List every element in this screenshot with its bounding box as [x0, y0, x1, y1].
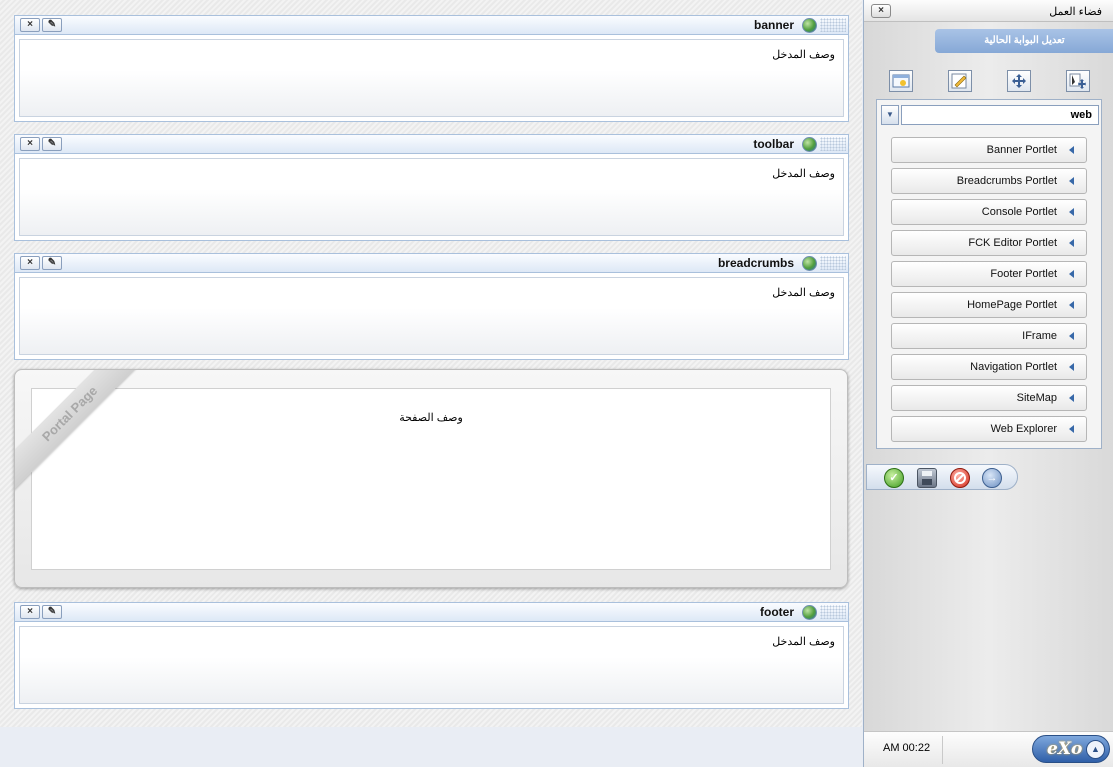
drag-handle[interactable]: [820, 256, 846, 270]
portlet-description: وصف المدخل: [772, 49, 835, 61]
portlet-title-bar[interactable]: × ✎ breadcrumbs: [15, 254, 848, 273]
chevron-up-icon: ▲: [1086, 740, 1105, 759]
arrow-left-icon: [1069, 146, 1074, 154]
arrow-left-icon: [1069, 332, 1074, 340]
list-item[interactable]: IFrame: [891, 323, 1087, 349]
arrow-left-icon: [1069, 270, 1074, 278]
arrow-left-icon: [1069, 363, 1074, 371]
page-info-icon: [892, 74, 909, 88]
move-icon: [1011, 74, 1026, 88]
arrow-left-icon: [1069, 425, 1074, 433]
portlet-title: breadcrumbs: [717, 256, 794, 270]
taskbar-divider: [942, 736, 943, 764]
list-item[interactable]: Web Explorer: [891, 416, 1087, 442]
page-info-button[interactable]: [888, 70, 913, 92]
portlet-footer[interactable]: × ✎ footer وصف المدخل: [14, 602, 849, 709]
cancel-button[interactable]: [950, 468, 970, 488]
drag-handle[interactable]: [820, 137, 846, 151]
no-entry-icon: [954, 472, 966, 484]
portlet-body: وصف المدخل: [19, 39, 844, 117]
portlet-toolbar[interactable]: × ✎ toolbar وصف المدخل: [14, 134, 849, 241]
pencil-icon: ✎: [47, 606, 57, 617]
portlet-title: banner: [753, 18, 794, 32]
delete-portlet-button[interactable]: ×: [20, 605, 40, 619]
portlet-title: toolbar: [753, 137, 794, 151]
portal-page-container[interactable]: وصف الصفحة Portal Page: [14, 369, 848, 588]
globe-icon: [802, 137, 817, 152]
arrow-left-icon: [1069, 177, 1074, 185]
drag-handle[interactable]: [820, 18, 846, 32]
list-item[interactable]: Footer Portlet: [891, 261, 1087, 287]
list-item[interactable]: SiteMap: [891, 385, 1087, 411]
edit-page-tool-button[interactable]: [947, 70, 972, 92]
chevron-down-icon[interactable]: ▼: [881, 105, 899, 125]
editor-toolbar: [871, 67, 1107, 95]
save-icon: [922, 471, 932, 485]
category-select[interactable]: ▼ web: [881, 105, 1099, 125]
list-item[interactable]: Console Portlet: [891, 199, 1087, 225]
arrow-left-icon: [1069, 301, 1074, 309]
portlet-description: وصف المدخل: [772, 636, 835, 648]
globe-icon: [802, 18, 817, 33]
close-workspace-button[interactable]: ×: [871, 4, 891, 18]
portlet-description: وصف المدخل: [772, 168, 835, 180]
next-button[interactable]: →: [982, 468, 1002, 488]
drag-handle[interactable]: [820, 605, 846, 619]
portlet-banner[interactable]: × ✎ banner وصف المدخل: [14, 15, 849, 122]
layout-icon: [1069, 73, 1086, 89]
delete-portlet-button[interactable]: ×: [20, 137, 40, 151]
taskbar: AM 00:22 eXo ▲: [864, 731, 1113, 767]
portlet-breadcrumbs[interactable]: × ✎ breadcrumbs وصف المدخل: [14, 253, 849, 360]
globe-icon: [802, 605, 817, 620]
page-bottom-filler: [0, 727, 862, 767]
move-tool-button[interactable]: [1006, 70, 1031, 92]
portlet-title-bar[interactable]: × ✎ footer: [15, 603, 848, 622]
portlet-description: وصف المدخل: [772, 287, 835, 299]
page-description: وصف الصفحة: [399, 412, 463, 424]
portlet-title-bar[interactable]: × ✎ banner: [15, 16, 848, 35]
save-button[interactable]: [917, 468, 937, 488]
delete-portlet-button[interactable]: ×: [20, 256, 40, 270]
pencil-icon: ✎: [47, 19, 57, 30]
portlet-catalog: ▼ web Banner Portlet Breadcrumbs Portlet…: [876, 99, 1102, 449]
portlet-title-bar[interactable]: × ✎ toolbar: [15, 135, 848, 154]
edit-portlet-button[interactable]: ✎: [42, 605, 62, 619]
portlet-title: footer: [760, 605, 794, 619]
portlet-body: وصف المدخل: [19, 277, 844, 355]
workspace-panel: × فضاء العمل تعديل البوابة الحالية ▼ web…: [863, 0, 1113, 767]
list-item[interactable]: FCK Editor Portlet: [891, 230, 1087, 256]
portal-layout-area: × ✎ banner وصف المدخل × ✎ toolbar وصف ال…: [0, 0, 862, 727]
workspace-header: × فضاء العمل: [864, 0, 1113, 22]
list-item[interactable]: Navigation Portlet: [891, 354, 1087, 380]
edit-current-portal-button[interactable]: تعديل البوابة الحالية: [935, 29, 1113, 53]
delete-portlet-button[interactable]: ×: [20, 18, 40, 32]
list-item[interactable]: Breadcrumbs Portlet: [891, 168, 1087, 194]
arrow-left-icon: [1069, 208, 1074, 216]
arrow-right-icon: →: [986, 472, 998, 484]
portlet-body: وصف المدخل: [19, 158, 844, 236]
pencil-icon: ✎: [47, 138, 57, 149]
action-bar: ✓ →: [866, 464, 1018, 490]
list-item[interactable]: HomePage Portlet: [891, 292, 1087, 318]
list-item[interactable]: Banner Portlet: [891, 137, 1087, 163]
edit-icon: [951, 73, 966, 89]
start-menu-button[interactable]: eXo ▲: [1032, 735, 1110, 763]
clock: AM 00:22: [883, 742, 931, 754]
portlet-body: وصف المدخل: [19, 626, 844, 704]
edit-portlet-button[interactable]: ✎: [42, 256, 62, 270]
layout-tool-button[interactable]: [1065, 70, 1090, 92]
exo-logo: eXo: [1047, 739, 1083, 759]
arrow-left-icon: [1069, 239, 1074, 247]
arrow-left-icon: [1069, 394, 1074, 402]
globe-icon: [802, 256, 817, 271]
workspace-title: فضاء العمل: [1049, 6, 1102, 18]
portlet-list: Banner Portlet Breadcrumbs Portlet Conso…: [891, 137, 1087, 447]
edit-portlet-button[interactable]: ✎: [42, 137, 62, 151]
pencil-icon: ✎: [47, 257, 57, 268]
edit-portlet-button[interactable]: ✎: [42, 18, 62, 32]
check-icon: ✓: [889, 472, 899, 484]
confirm-button[interactable]: ✓: [884, 468, 904, 488]
category-select-value[interactable]: web: [901, 105, 1099, 125]
page-body-area: وصف الصفحة: [31, 388, 831, 570]
